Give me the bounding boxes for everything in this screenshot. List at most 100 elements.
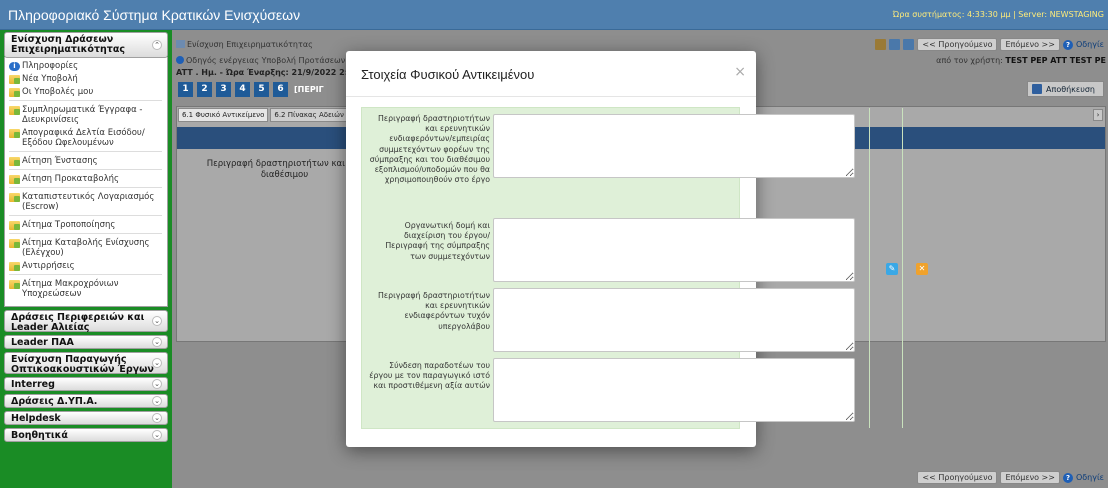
sidebar-item-beneficiary-forms[interactable]: Απογραφικά Δελτία Εισόδου/Εξόδου Ωφελουμ… [9, 128, 162, 148]
step-tab[interactable]: 5 [254, 82, 269, 97]
next-button[interactable]: Επόμενο >> [1000, 38, 1060, 51]
system-info: Ώρα συστήματος: 4:33:30 μμ | Server: NEW… [892, 10, 1104, 19]
sidebar-item-label: Καταπιστευτικός Λογαριασμός (Escrow) [22, 192, 155, 212]
chevron-down-icon[interactable]: ⌄ [152, 337, 162, 347]
deliverables-link-field[interactable] [493, 358, 855, 422]
sidebar-item-escrow[interactable]: Καταπιστευτικός Λογαριασμός (Escrow) [9, 192, 162, 212]
sidebar-item-objection[interactable]: Αίτηση Ένστασης [9, 156, 162, 166]
form-grid: Περιγραφή δραστηριοτήτων και ερευνητικών… [361, 107, 903, 429]
sidebar-item-payment-request[interactable]: Αίτημα Καταβολής Ενίσχυσης (Ελέγχου) [9, 238, 162, 258]
chevron-down-icon[interactable]: ⌄ [152, 430, 162, 440]
modal-title: Στοιχεία Φυσικού Αντικειμένου [361, 67, 535, 82]
folder-icon [9, 157, 20, 166]
sidebar-section-title: Ενίσχυση Παραγωγής Οπτικοακουστικών Έργω… [11, 354, 154, 375]
divider [902, 108, 903, 428]
divider [9, 233, 162, 234]
user-prefix: από τον χρήστη: [936, 56, 1003, 65]
sidebar-section-header[interactable]: Ενίσχυση Παραγωγής Οπτικοακουστικών Έργω… [4, 352, 168, 375]
activities-description-field[interactable] [493, 114, 855, 178]
save-label: Αποθήκευση [1046, 84, 1095, 94]
close-icon[interactable]: ✕ [916, 263, 928, 275]
sidebar-item-long-term-obligations[interactable]: Αίτημα Μακροχρόνιων Υποχρεώσεων [9, 279, 162, 299]
sidebar-section-header[interactable]: Interreg ⌄ [4, 377, 168, 391]
sidebar-item-label: Αίτηση Ένστασης [22, 156, 98, 166]
guide-line: Οδηγός ενέργειας Υποβολή Προτάσεων [ΗΛ [186, 56, 363, 65]
prev-button[interactable]: << Προηγούμενο [917, 38, 998, 51]
help-label: Οδηγίε [1075, 473, 1104, 482]
sidebar-item-label: Συμπληρωματικά Έγγραφα - Διευκρινίσεις [22, 105, 143, 125]
save-button[interactable]: Αποθήκευση [1027, 81, 1104, 97]
sidebar-section-header[interactable]: Δράσεις Δ.ΥΠ.Α. ⌄ [4, 394, 168, 408]
sidebar-section-header[interactable]: Ενίσχυση Δράσεων Επιχειρηματικότητας ⌃ [4, 32, 168, 58]
chevron-down-icon[interactable]: ⌄ [152, 413, 162, 423]
sidebar-item-modification[interactable]: Αίτημα Τροποποίησης [9, 220, 162, 230]
help-link[interactable]: ? Οδηγίε [1062, 472, 1104, 483]
breadcrumb-icon [176, 40, 185, 48]
sidebar-item-new-submission[interactable]: Νέα Υποβολή [9, 74, 162, 84]
folder-icon [9, 239, 20, 248]
step-tabs: 1 2 3 4 5 6 [ΠΕΡΙΓ [178, 82, 324, 97]
step-tab[interactable]: 1 [178, 82, 193, 97]
save-icon [1032, 84, 1043, 94]
sidebar-item-label: Αίτηση Προκαταβολής [22, 174, 120, 184]
chevron-up-icon[interactable]: ⌃ [152, 40, 162, 50]
grid-icon[interactable] [889, 39, 901, 50]
sidebar-section-header[interactable]: Helpdesk ⌄ [4, 411, 168, 425]
sidebar-section-body: i Πληροφορίες Νέα Υποβολή Οι Υποβολές μου… [4, 57, 168, 307]
divider [9, 100, 162, 101]
export-icon[interactable] [903, 39, 915, 50]
organization-structure-field[interactable] [493, 218, 855, 282]
sidebar-section-title: Δράσεις Δ.ΥΠ.Α. [11, 396, 98, 407]
next-button[interactable]: Επόμενο >> [1000, 471, 1060, 484]
help-icon: ? [1062, 39, 1073, 50]
sidebar-item-label: Αντιρρήσεις [22, 261, 75, 271]
sidebar-item-advance-payment[interactable]: Αίτηση Προκαταβολής [9, 174, 162, 184]
folder-icon [9, 106, 20, 115]
pencil-icon[interactable] [875, 39, 887, 50]
divider [9, 215, 162, 216]
subcontractor-description-field[interactable] [493, 288, 855, 352]
sidebar-section-header[interactable]: Βοηθητικά ⌄ [4, 428, 168, 442]
breadcrumb-label: Ενίσχυση Επιχειρηματικότητας [187, 40, 313, 49]
sidebar-item-label: Οι Υποβολές μου [22, 87, 94, 97]
top-toolbar: << Προηγούμενο Επόμενο >> ? Οδηγίε [875, 38, 1104, 51]
sidebar-item-my-submissions[interactable]: Οι Υποβολές μου [9, 87, 162, 97]
sidebar-item-info[interactable]: i Πληροφορίες [9, 61, 162, 71]
help-link[interactable]: ? Οδηγίε [1062, 39, 1104, 50]
subtab-permits-table[interactable]: 6.2 Πίνακας Αδειών [270, 108, 348, 122]
sidebar-section-header[interactable]: Δράσεις Περιφερειών και Leader Αλιείας ⌄ [4, 310, 168, 333]
modal-dialog: Στοιχεία Φυσικού Αντικειμένου × Περιγραφ… [346, 51, 928, 447]
step-tab[interactable]: 3 [216, 82, 231, 97]
field-label: Περιγραφή δραστηριοτήτων και ερευνητικών… [378, 291, 490, 331]
guide-icon [176, 56, 184, 64]
close-icon[interactable]: × [734, 64, 746, 80]
chevron-down-icon[interactable]: ⌄ [152, 379, 162, 389]
sidebar-item-label: Αίτημα Τροποποίησης [22, 220, 116, 230]
chevron-down-icon[interactable]: ⌄ [152, 396, 162, 406]
folder-icon [9, 88, 20, 97]
user-name: TEST PEP ATT TEST PE [1005, 56, 1106, 65]
sidebar-section-title: Leader ΠΑΑ [11, 337, 74, 348]
folder-icon [9, 75, 20, 84]
folder-icon [9, 175, 20, 184]
step-tab[interactable]: 4 [235, 82, 250, 97]
edit-icon[interactable]: ✎ [886, 263, 898, 275]
sidebar-section-title: Ενίσχυση Δράσεων Επιχειρηματικότητας [11, 34, 125, 55]
folder-icon [9, 193, 20, 202]
chevron-down-icon[interactable]: ⌄ [152, 358, 162, 368]
sidebar-item-objections[interactable]: Αντιρρήσεις [9, 261, 162, 271]
sidebar-item-supplementary-docs[interactable]: Συμπληρωματικά Έγγραφα - Διευκρινίσεις [9, 105, 162, 125]
info-icon: i [9, 62, 20, 71]
help-icon: ? [1062, 472, 1073, 483]
prev-button[interactable]: << Προηγούμενο [917, 471, 998, 484]
user-info: από τον χρήστη: TEST PEP ATT TEST PE [936, 56, 1106, 65]
step-tab[interactable]: 2 [197, 82, 212, 97]
sidebar-section-header[interactable]: Leader ΠΑΑ ⌄ [4, 335, 168, 349]
folder-icon [9, 280, 20, 289]
step-tab[interactable]: 6 [273, 82, 288, 97]
breadcrumb: Ενίσχυση Επιχειρηματικότητας [176, 40, 313, 49]
subtab-physical-object[interactable]: 6.1 Φυσικό Αντικείμενο [178, 108, 269, 122]
scroll-right-icon[interactable]: › [1093, 109, 1103, 121]
chevron-down-icon[interactable]: ⌄ [152, 316, 162, 326]
bottom-toolbar: << Προηγούμενο Επόμενο >> ? Οδηγίε [917, 471, 1104, 484]
